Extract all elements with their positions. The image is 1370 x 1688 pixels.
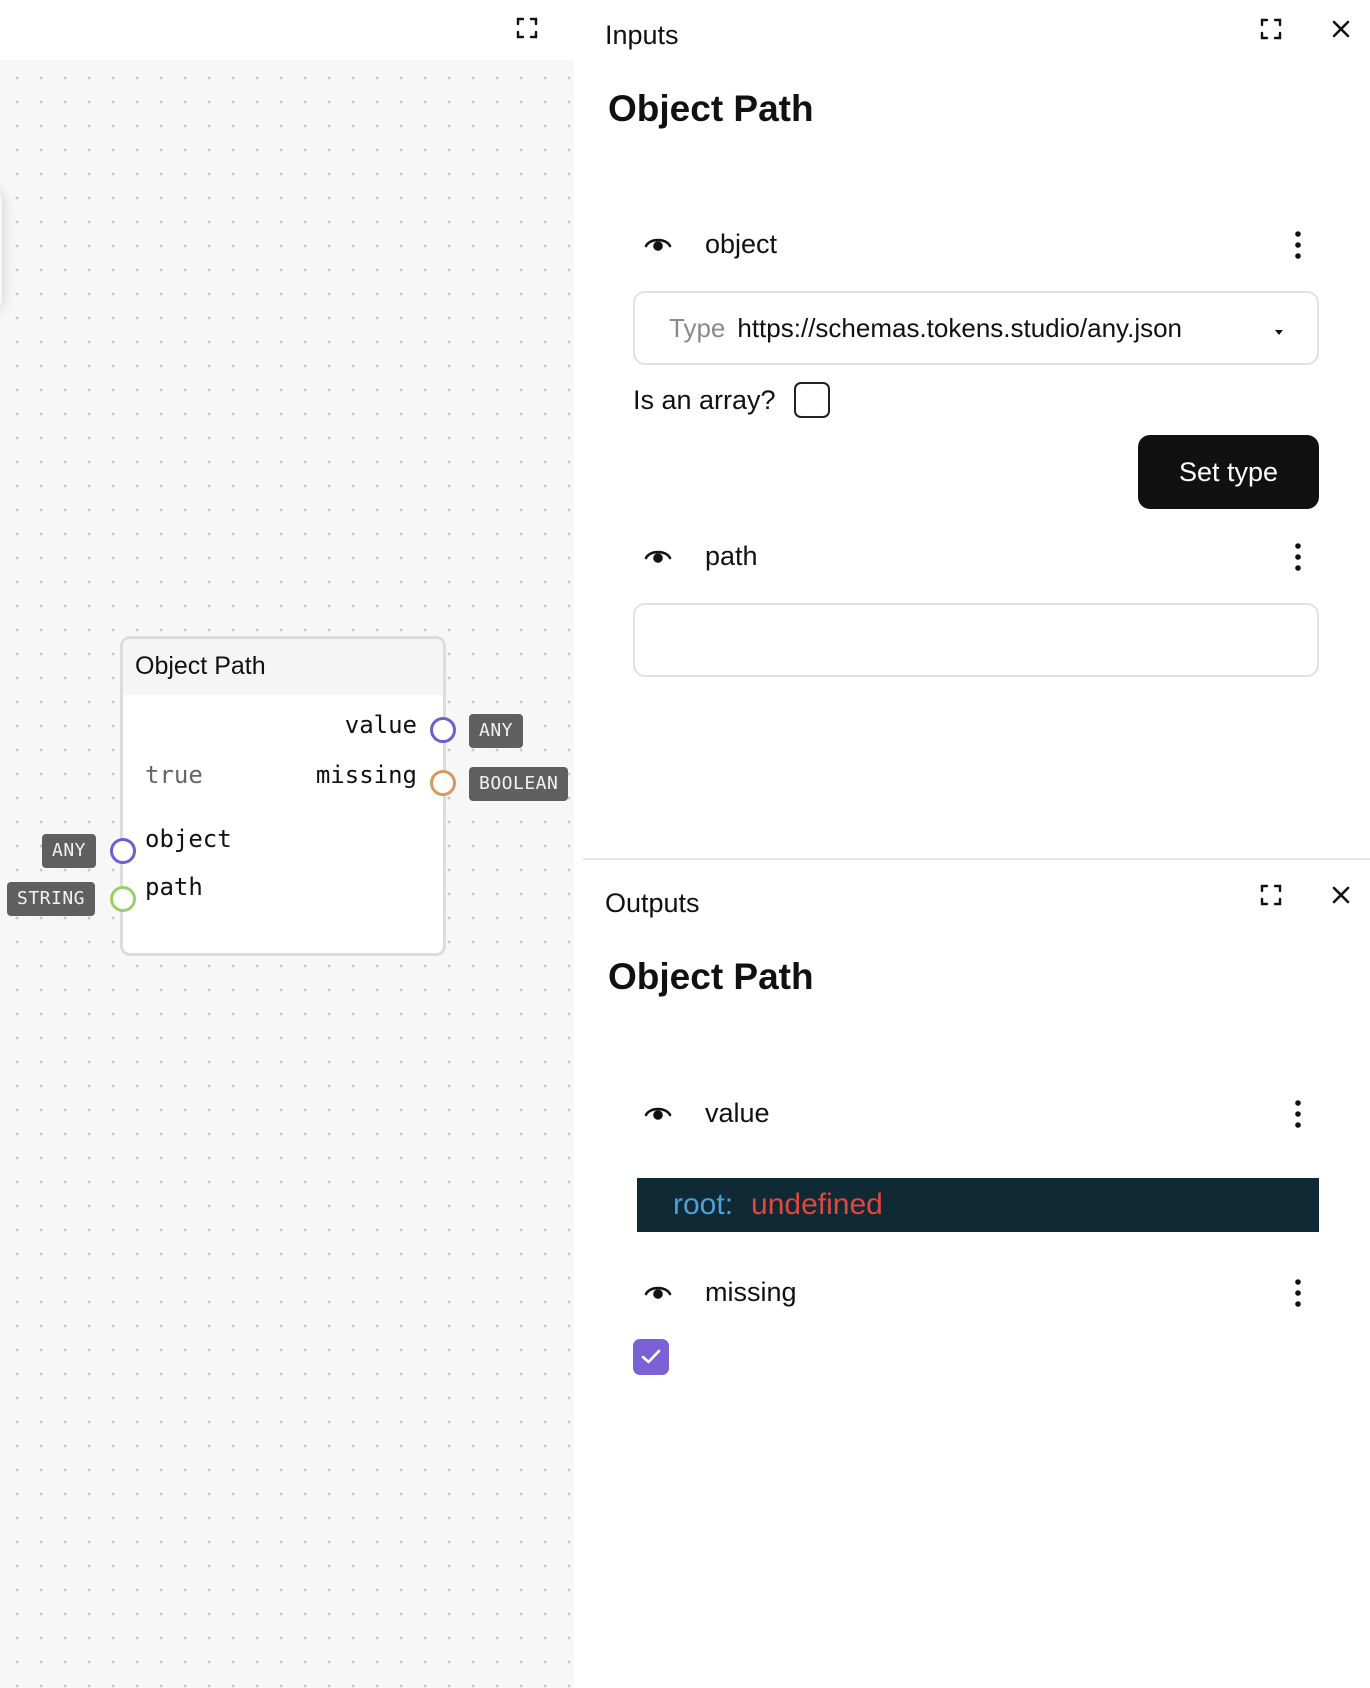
panel-title: Outputs	[605, 888, 700, 918]
node-output-missing-label: missing	[315, 761, 417, 789]
output-field-missing: missing	[643, 1273, 1313, 1313]
fullscreen-icon[interactable]	[1253, 877, 1289, 913]
outputs-panel: Outputs Object Path value root: undefine…	[583, 858, 1370, 1688]
missing-checkbox[interactable]	[633, 1339, 669, 1375]
check-icon	[641, 1349, 661, 1364]
json-viewer[interactable]: root: undefined	[637, 1178, 1319, 1232]
input-port-path[interactable]	[110, 886, 136, 912]
is-array-label: Is an array?	[633, 384, 776, 415]
json-key: root:	[673, 1188, 734, 1221]
close-icon[interactable]	[1323, 877, 1359, 913]
type-badge-string: STRING	[7, 882, 96, 916]
node-output-value-label: value	[344, 711, 417, 739]
eye-icon[interactable]	[643, 1279, 673, 1308]
field-label: object	[705, 229, 778, 259]
eye-icon[interactable]	[643, 231, 673, 260]
node-input-path-label: path	[145, 873, 203, 901]
node-input-object-label: object	[145, 825, 232, 853]
output-port-missing[interactable]	[430, 770, 456, 796]
node-heading: Object Path	[608, 88, 814, 129]
type-select-prefix: Type	[669, 312, 726, 343]
eye-icon[interactable]	[643, 1100, 673, 1129]
field-label: missing	[705, 1277, 797, 1307]
field-label: path	[705, 541, 758, 571]
type-badge-any: ANY	[469, 714, 524, 748]
input-field-object: object	[643, 225, 1313, 265]
eye-icon[interactable]	[643, 543, 673, 572]
input-field-path: path	[643, 537, 1313, 577]
input-port-object[interactable]	[110, 838, 136, 864]
offscreen-node-edge	[0, 190, 2, 310]
canvas-header	[0, 0, 574, 60]
type-select-value: https://schemas.tokens.studio/any.json	[737, 312, 1183, 343]
node-title: Object Path	[123, 639, 443, 695]
json-value: undefined	[751, 1188, 883, 1221]
node-heading: Object Path	[608, 956, 814, 997]
object-path-node[interactable]: Object Path value true missing object pa…	[120, 636, 446, 956]
close-icon[interactable]	[1323, 11, 1359, 47]
path-input[interactable]	[633, 603, 1319, 677]
more-vertical-icon[interactable]	[1283, 537, 1313, 577]
type-badge-boolean: BOOLEAN	[469, 767, 569, 801]
fullscreen-icon[interactable]	[509, 10, 545, 46]
field-label: value	[705, 1098, 770, 1128]
is-array-row: Is an array?	[633, 382, 830, 418]
type-badge-any: ANY	[42, 834, 97, 868]
more-vertical-icon[interactable]	[1283, 225, 1313, 265]
type-select[interactable]: Type https://schemas.tokens.studio/any.j…	[633, 291, 1319, 365]
inputs-panel: Inputs Object Path object Type https://s…	[583, 0, 1370, 858]
set-type-button[interactable]: Set type	[1138, 435, 1319, 509]
fullscreen-icon[interactable]	[1253, 11, 1289, 47]
more-vertical-icon[interactable]	[1283, 1273, 1313, 1313]
output-field-value: value	[643, 1094, 1313, 1134]
node-missing-current-value: true	[145, 761, 203, 789]
is-array-checkbox[interactable]	[793, 382, 830, 418]
more-vertical-icon[interactable]	[1283, 1094, 1313, 1134]
caret-down-icon	[1273, 313, 1285, 344]
output-port-value[interactable]	[430, 717, 456, 743]
panel-title: Inputs	[605, 20, 679, 50]
